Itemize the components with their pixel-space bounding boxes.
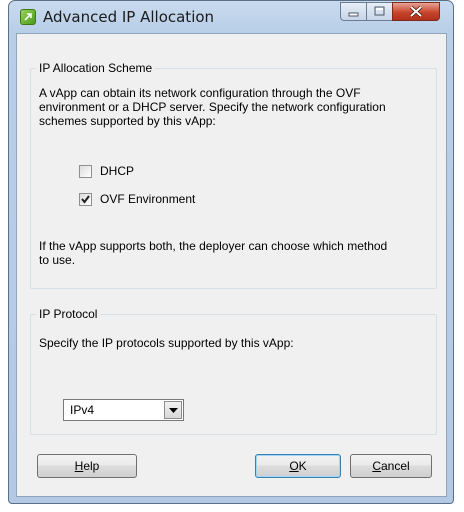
close-button[interactable] xyxy=(392,2,440,21)
dropdown-button[interactable] xyxy=(164,401,182,419)
ip-protocol-select[interactable]: IPv4 xyxy=(63,399,184,421)
ip-protocol-value: IPv4 xyxy=(70,403,95,417)
help-label: elp xyxy=(83,459,100,473)
minimize-button[interactable] xyxy=(340,2,367,21)
maximize-button[interactable] xyxy=(366,2,393,21)
allocation-note: If the vApp supports both, the deployer … xyxy=(39,239,388,267)
title-bar[interactable]: Advanced IP Allocation xyxy=(9,1,453,33)
close-icon xyxy=(409,5,423,18)
maximize-icon xyxy=(374,6,385,16)
ip-protocol-legend: IP Protocol xyxy=(39,307,98,321)
cancel-label: ancel xyxy=(380,459,410,473)
ok-mnemonic: O xyxy=(289,459,299,473)
ip-allocation-scheme-legend: IP Allocation Scheme xyxy=(39,61,153,75)
chevron-down-icon xyxy=(169,408,178,413)
protocol-description: Specify the IP protocols supported by th… xyxy=(39,336,294,350)
ip-protocol-group: IP Protocol IPv4 xyxy=(30,307,437,435)
dialog-content: IP Allocation Scheme A vApp can obtain i… xyxy=(16,33,447,497)
checkmark-icon xyxy=(81,195,90,204)
vapp-icon xyxy=(20,9,36,25)
dhcp-checkbox[interactable] xyxy=(79,165,92,178)
minimize-icon xyxy=(348,12,359,17)
dhcp-label[interactable]: DHCP xyxy=(100,164,134,178)
allocation-description: A vApp can obtain its network configurat… xyxy=(39,86,386,128)
ok-button[interactable]: OK xyxy=(255,454,341,478)
cancel-mnemonic: C xyxy=(372,459,381,473)
ovf-environment-label[interactable]: OVF Environment xyxy=(100,192,195,206)
dialog-window: Advanced IP Allocation IP Allocation Sch… xyxy=(8,0,454,504)
cancel-button[interactable]: Cancel xyxy=(350,454,432,478)
help-button[interactable]: Help xyxy=(37,454,137,478)
ok-label: K xyxy=(298,459,307,473)
ovf-environment-checkbox[interactable] xyxy=(79,193,92,206)
window-title: Advanced IP Allocation xyxy=(43,8,215,26)
